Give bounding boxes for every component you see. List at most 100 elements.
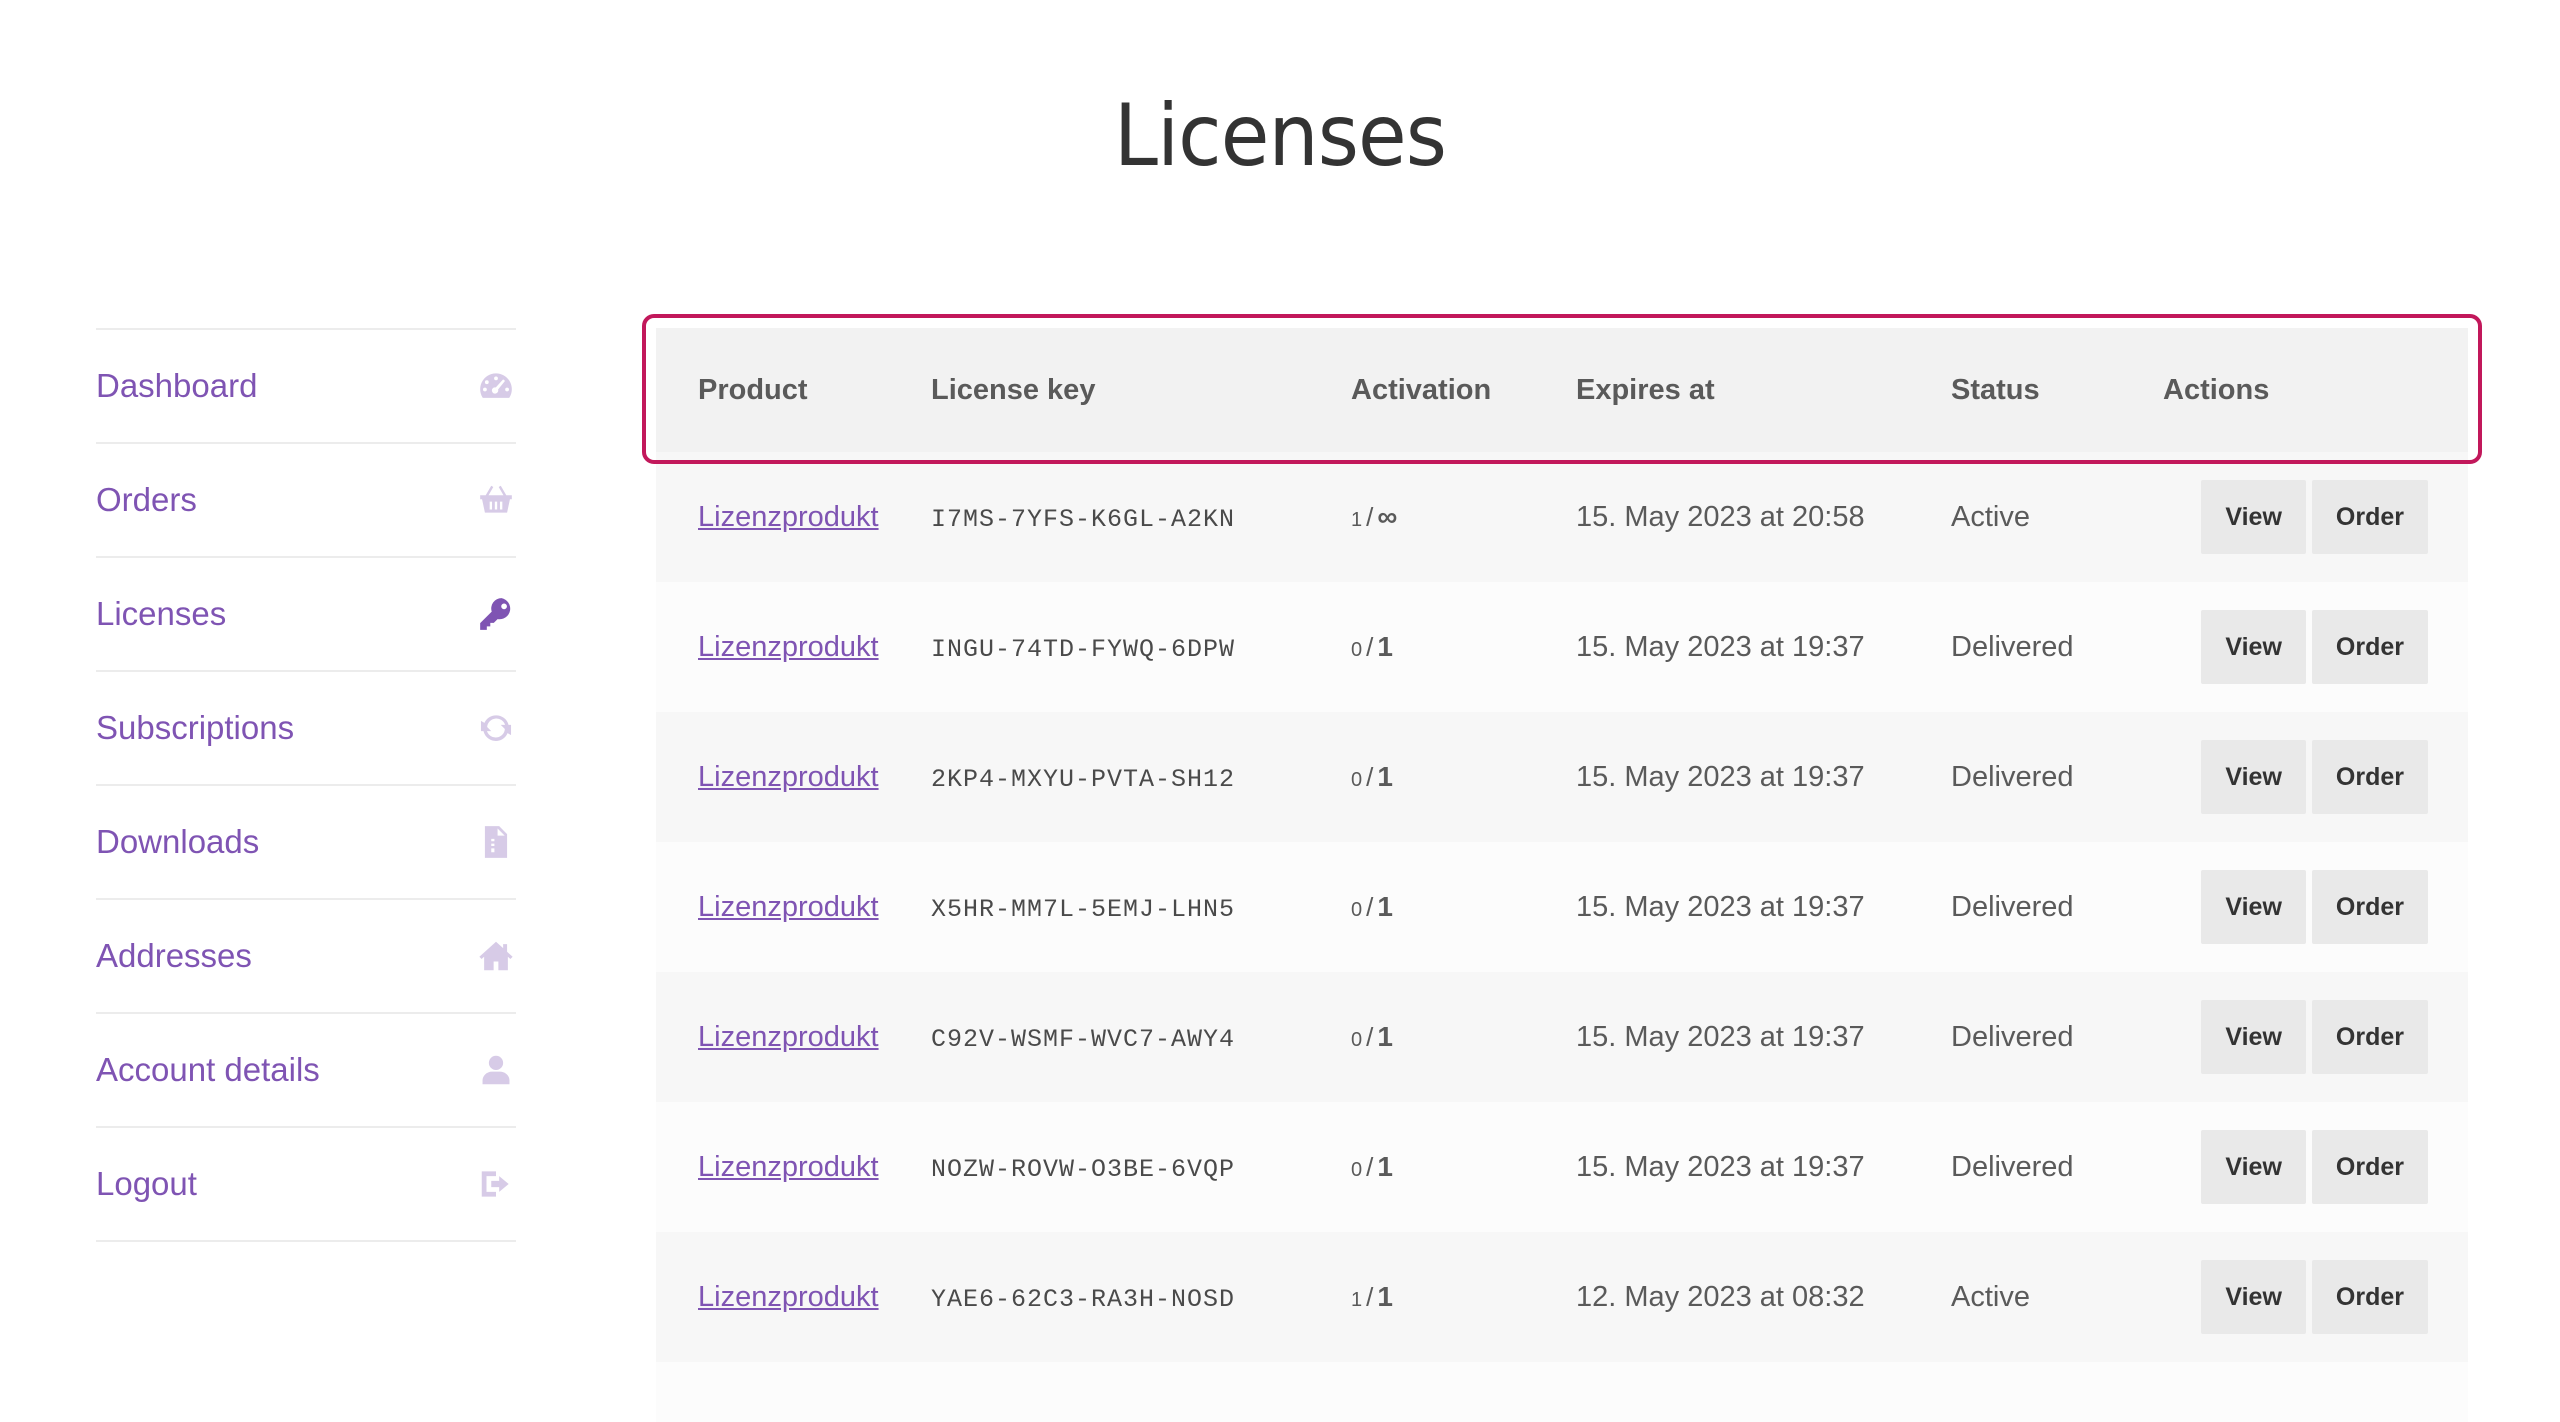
column-header-activation[interactable]: Activation	[1351, 328, 1576, 452]
status-label: Delivered	[1951, 712, 2163, 842]
order-button[interactable]: Order	[2311, 870, 2428, 944]
activation-separator: /	[1366, 501, 1374, 532]
product-link[interactable]: Lizenzprodukt	[698, 631, 879, 663]
view-button[interactable]: View	[2201, 1260, 2306, 1334]
status-label: Active	[1951, 452, 2163, 582]
activation-used: 0	[1351, 768, 1363, 791]
expires-at: 15. May 2023 at 19:37	[1576, 712, 1951, 842]
order-button[interactable]: Order	[2311, 1260, 2428, 1334]
home-icon	[476, 936, 516, 976]
table-row: Lizenzprodukt C92V-WSMF-WVC7-AWY4 0/1 15…	[656, 972, 2468, 1102]
sidebar-item-label: Downloads	[96, 823, 260, 860]
view-button[interactable]: View	[2201, 610, 2306, 684]
order-button[interactable]: Order	[2311, 1000, 2428, 1074]
sidebar-item-label: Dashboard	[96, 367, 258, 404]
activation-count: 0/1	[1351, 972, 1576, 1102]
logout-icon	[476, 1164, 516, 1204]
activation-max: ∞	[1377, 500, 1398, 532]
view-button[interactable]: View	[2201, 1000, 2306, 1074]
license-key: I7MS-7YFS-K6GL-A2KN	[931, 504, 1236, 534]
activation-max: 1	[1377, 1280, 1393, 1312]
table-header-row: Product License key Activation Expires a…	[656, 328, 2468, 452]
activation-max: 1	[1377, 1020, 1393, 1052]
expires-at: 15. May 2023 at 20:58	[1576, 452, 1951, 582]
order-button[interactable]: Order	[2311, 610, 2428, 684]
activation-count: 0/1	[1351, 712, 1576, 842]
activation-max: 1	[1377, 630, 1393, 662]
sidebar-item-label: Account details	[96, 1051, 320, 1088]
sidebar-item-licenses[interactable]: Licenses	[96, 556, 516, 670]
expires-at: 15. May 2023 at 19:37	[1576, 582, 1951, 712]
table-row: Lizenzprodukt 2KP4-MXYU-PVTA-SH12 0/1 15…	[656, 712, 2468, 842]
view-button[interactable]: View	[2201, 740, 2306, 814]
activation-used: 1	[1351, 508, 1363, 531]
sidebar-item-account-details[interactable]: Account details	[96, 1012, 516, 1126]
license-key: X5HR-MM7L-5EMJ-LHN5	[931, 894, 1236, 924]
status-label: Delivered	[1951, 1102, 2163, 1232]
expires-at: 15. May 2023 at 19:37	[1576, 842, 1951, 972]
product-link[interactable]: Lizenzprodukt	[698, 1151, 879, 1183]
product-link[interactable]: Lizenzprodukt	[698, 1021, 879, 1053]
sidebar-item-label: Addresses	[96, 937, 252, 974]
column-header-expires[interactable]: Expires at	[1576, 328, 1951, 452]
license-key: YAE6-62C3-RA3H-NOSD	[931, 1284, 1236, 1314]
activation-max: 1	[1377, 760, 1393, 792]
activation-separator: /	[1366, 891, 1374, 922]
expires-at: 12. May 2023 at 08:32	[1576, 1232, 1951, 1362]
product-link[interactable]: Lizenzprodukt	[698, 501, 879, 533]
table-row: Lizenzprodukt YAE6-62C3-RA3H-NOSD 1/1 12…	[656, 1232, 2468, 1362]
view-button[interactable]: View	[2201, 1130, 2306, 1204]
column-header-product[interactable]: Product	[656, 328, 931, 452]
status-label: Delivered	[1951, 582, 2163, 712]
column-header-license-key[interactable]: License key	[931, 328, 1351, 452]
column-header-status[interactable]: Status	[1951, 328, 2163, 452]
table-row: Lizenzprodukt INGU-74TD-FYWQ-6DPW 0/1 15…	[656, 582, 2468, 712]
order-button[interactable]: Order	[2311, 1130, 2428, 1204]
activation-count: 0/1	[1351, 842, 1576, 972]
sidebar-item-orders[interactable]: Orders	[96, 442, 516, 556]
license-key: NOZW-ROVW-O3BE-6VQP	[931, 1154, 1236, 1184]
activation-separator: /	[1366, 761, 1374, 792]
sidebar-item-addresses[interactable]: Addresses	[96, 898, 516, 1012]
refresh-icon	[476, 708, 516, 748]
activation-count: 0/1	[1351, 582, 1576, 712]
license-key: INGU-74TD-FYWQ-6DPW	[931, 634, 1236, 664]
expires-at: 15. May 2023 at 19:37	[1576, 1102, 1951, 1232]
order-button[interactable]: Order	[2311, 480, 2428, 554]
file-icon	[476, 822, 516, 862]
product-link[interactable]: Lizenzprodukt	[698, 761, 879, 793]
table-row-partial	[656, 1362, 2468, 1422]
activation-used: 1	[1351, 1288, 1363, 1311]
activation-count: 1/∞	[1351, 452, 1576, 582]
order-button[interactable]: Order	[2311, 740, 2428, 814]
table-row: Lizenzprodukt NOZW-ROVW-O3BE-6VQP 0/1 15…	[656, 1102, 2468, 1232]
column-header-actions: Actions	[2163, 328, 2468, 452]
activation-count: 1/1	[1351, 1232, 1576, 1362]
activation-used: 0	[1351, 1028, 1363, 1051]
activation-separator: /	[1366, 1281, 1374, 1312]
status-label: Delivered	[1951, 972, 2163, 1102]
sidebar-item-dashboard[interactable]: Dashboard	[96, 328, 516, 442]
sidebar-item-label: Licenses	[96, 595, 227, 632]
table-row: Lizenzprodukt X5HR-MM7L-5EMJ-LHN5 0/1 15…	[656, 842, 2468, 972]
view-button[interactable]: View	[2201, 480, 2306, 554]
sidebar-item-logout[interactable]: Logout	[96, 1126, 516, 1242]
activation-used: 0	[1351, 638, 1363, 661]
sidebar-item-label: Orders	[96, 481, 197, 518]
basket-icon	[476, 480, 516, 520]
activation-used: 0	[1351, 1158, 1363, 1181]
product-link[interactable]: Lizenzprodukt	[698, 1281, 879, 1313]
activation-max: 1	[1377, 1150, 1393, 1182]
sidebar-item-subscriptions[interactable]: Subscriptions	[96, 670, 516, 784]
sidebar-item-downloads[interactable]: Downloads	[96, 784, 516, 898]
license-key: 2KP4-MXYU-PVTA-SH12	[931, 764, 1236, 794]
dashboard-icon	[476, 366, 516, 406]
status-label: Active	[1951, 1232, 2163, 1362]
key-icon	[476, 594, 516, 634]
product-link[interactable]: Lizenzprodukt	[698, 891, 879, 923]
activation-max: 1	[1377, 890, 1393, 922]
license-key: C92V-WSMF-WVC7-AWY4	[931, 1024, 1236, 1054]
activation-separator: /	[1366, 1151, 1374, 1182]
activation-separator: /	[1366, 1021, 1374, 1052]
view-button[interactable]: View	[2201, 870, 2306, 944]
